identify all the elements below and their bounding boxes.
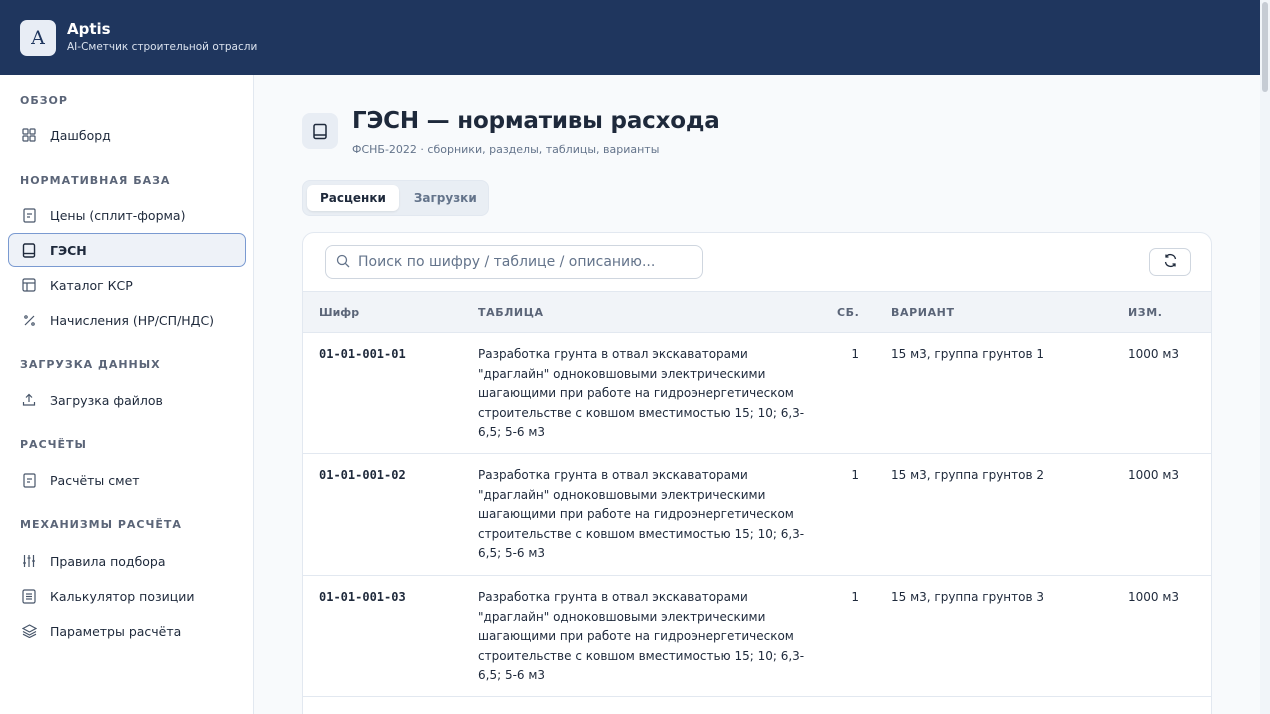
refresh-button[interactable] bbox=[1149, 248, 1191, 276]
sidebar-item-prices[interactable]: Цены (сплит-форма) bbox=[8, 198, 246, 232]
search-icon bbox=[336, 253, 350, 272]
page-title: ГЭСН — нормативы расхода bbox=[352, 108, 720, 134]
cell-code: 01-01-001-03 bbox=[319, 590, 406, 604]
page-scrollbar[interactable] bbox=[1260, 0, 1270, 714]
cell-table: Разработка грунта в отвал экскаваторами … bbox=[478, 347, 805, 439]
app-name: Aptis bbox=[67, 20, 111, 38]
tab-uploads[interactable]: Загрузки bbox=[401, 185, 490, 211]
cell-sb: 1 bbox=[851, 590, 859, 604]
column-header-code[interactable]: Шифр bbox=[319, 306, 359, 319]
sidebar-item-ksr-catalog[interactable]: Каталог КСР bbox=[8, 268, 246, 302]
table-row[interactable]: 01-01-001-02 Разработка грунта в отвал э… bbox=[303, 454, 1211, 576]
sidebar-item-gesn[interactable]: ГЭСН bbox=[8, 233, 246, 267]
sidebar-item-label: Параметры расчёта bbox=[50, 623, 182, 639]
search-input[interactable] bbox=[358, 254, 688, 270]
tab-bar: Расценки Загрузки bbox=[302, 180, 489, 216]
cell-unit: 1000 м3 bbox=[1128, 590, 1180, 604]
cell-sb: 1 bbox=[851, 347, 859, 361]
document-icon bbox=[21, 472, 37, 488]
cell-variant: 15 м3, группа грунтов 3 bbox=[891, 590, 1045, 604]
tab-rates[interactable]: Расценки bbox=[307, 185, 399, 211]
sidebar-item-label: Каталог КСР bbox=[50, 277, 133, 293]
page-subtitle: ФСНБ-2022 · сборники, разделы, таблицы, … bbox=[352, 143, 660, 156]
cell-table: Разработка грунта в отвал экскаваторами … bbox=[478, 590, 805, 682]
cell-table: Разработка грунта в отвал экскаваторами … bbox=[478, 468, 805, 560]
sidebar-item-estimate-calcs[interactable]: Расчёты смет bbox=[8, 463, 246, 497]
cell-variant: 15 м3, группа грунтов 2 bbox=[891, 468, 1045, 482]
sidebar-item-label: Расчёты смет bbox=[50, 472, 140, 488]
book-icon bbox=[302, 113, 338, 149]
cell-unit: 1000 м3 bbox=[1128, 347, 1180, 361]
sidebar-item-label: ГЭСН bbox=[50, 242, 87, 258]
sidebar-item-label: Загрузка файлов bbox=[50, 392, 163, 408]
sidebar-item-label: Начисления (НР/СП/НДС) bbox=[50, 312, 215, 328]
percent-icon bbox=[21, 312, 37, 328]
table-row[interactable]: 01-01-001-03 Разработка грунта в отвал э… bbox=[303, 576, 1211, 697]
column-header-table[interactable]: ТАБЛИЦА bbox=[478, 306, 544, 319]
column-header-sb[interactable]: СБ. bbox=[837, 306, 859, 319]
column-header-unit[interactable]: ИЗМ. bbox=[1128, 306, 1163, 319]
table-header: Шифр ТАБЛИЦА СБ. ВАРИАНТ ИЗМ. bbox=[303, 291, 1211, 333]
logo: A bbox=[20, 19, 56, 56]
grid-icon bbox=[21, 127, 37, 143]
cell-sb: 1 bbox=[851, 468, 859, 482]
app-subtitle: AI-Сметчик строительной отрасли bbox=[67, 41, 258, 53]
section-normative-base: НОРМАТИВНАЯ БАЗА bbox=[20, 174, 171, 187]
cell-code: 01-01-001-01 bbox=[319, 347, 406, 361]
book-icon bbox=[21, 242, 37, 258]
sidebar-item-charges[interactable]: Начисления (НР/СП/НДС) bbox=[8, 303, 246, 337]
upload-icon bbox=[21, 392, 37, 408]
sidebar: ОБЗОР Дашборд НОРМАТИВНАЯ БАЗА Цены (спл… bbox=[0, 75, 254, 714]
section-calc-mechanisms: МЕХАНИЗМЫ РАСЧЁТА bbox=[20, 518, 182, 531]
sidebar-item-label: Правила подбора bbox=[50, 553, 166, 569]
brand: Aptis AI-Сметчик строительной отрасли bbox=[67, 20, 257, 55]
layers-icon bbox=[21, 623, 37, 639]
refresh-icon bbox=[1163, 253, 1178, 272]
scrollbar-thumb[interactable] bbox=[1262, 2, 1268, 92]
sliders-icon bbox=[21, 553, 37, 569]
sidebar-item-dashboard[interactable]: Дашборд bbox=[8, 118, 246, 152]
rates-card: Шифр ТАБЛИЦА СБ. ВАРИАНТ ИЗМ. 01-01-001-… bbox=[302, 232, 1212, 714]
table-icon bbox=[21, 277, 37, 293]
search-box[interactable] bbox=[325, 245, 703, 279]
sidebar-item-label: Цены (сплит-форма) bbox=[50, 207, 186, 223]
document-icon bbox=[21, 207, 37, 223]
cell-unit: 1000 м3 bbox=[1128, 468, 1180, 482]
sidebar-item-calc-parameters[interactable]: Параметры расчёта bbox=[8, 614, 246, 648]
section-data-upload: ЗАГРУЗКА ДАННЫХ bbox=[20, 358, 161, 371]
table-row[interactable]: 01-01-001-01 Разработка грунта в отвал э… bbox=[303, 333, 1211, 454]
sidebar-item-position-calculator[interactable]: Калькулятор позиции bbox=[8, 579, 246, 613]
section-overview: ОБЗОР bbox=[20, 94, 68, 107]
cell-code: 01-01-001-02 bbox=[319, 468, 406, 482]
sidebar-item-file-upload[interactable]: Загрузка файлов bbox=[8, 383, 246, 417]
section-calculations: РАСЧЁТЫ bbox=[20, 438, 87, 451]
main-content: ГЭСН — нормативы расхода ФСНБ-2022 · сбо… bbox=[254, 75, 1260, 714]
sidebar-item-label: Дашборд bbox=[50, 127, 111, 143]
cell-variant: 15 м3, группа грунтов 1 bbox=[891, 347, 1045, 361]
sidebar-item-selection-rules[interactable]: Правила подбора bbox=[8, 544, 246, 578]
column-header-variant[interactable]: ВАРИАНТ bbox=[891, 306, 955, 319]
top-header: A Aptis AI-Сметчик строительной отрасли bbox=[0, 0, 1260, 75]
list-icon bbox=[21, 588, 37, 604]
sidebar-item-label: Калькулятор позиции bbox=[50, 588, 195, 604]
